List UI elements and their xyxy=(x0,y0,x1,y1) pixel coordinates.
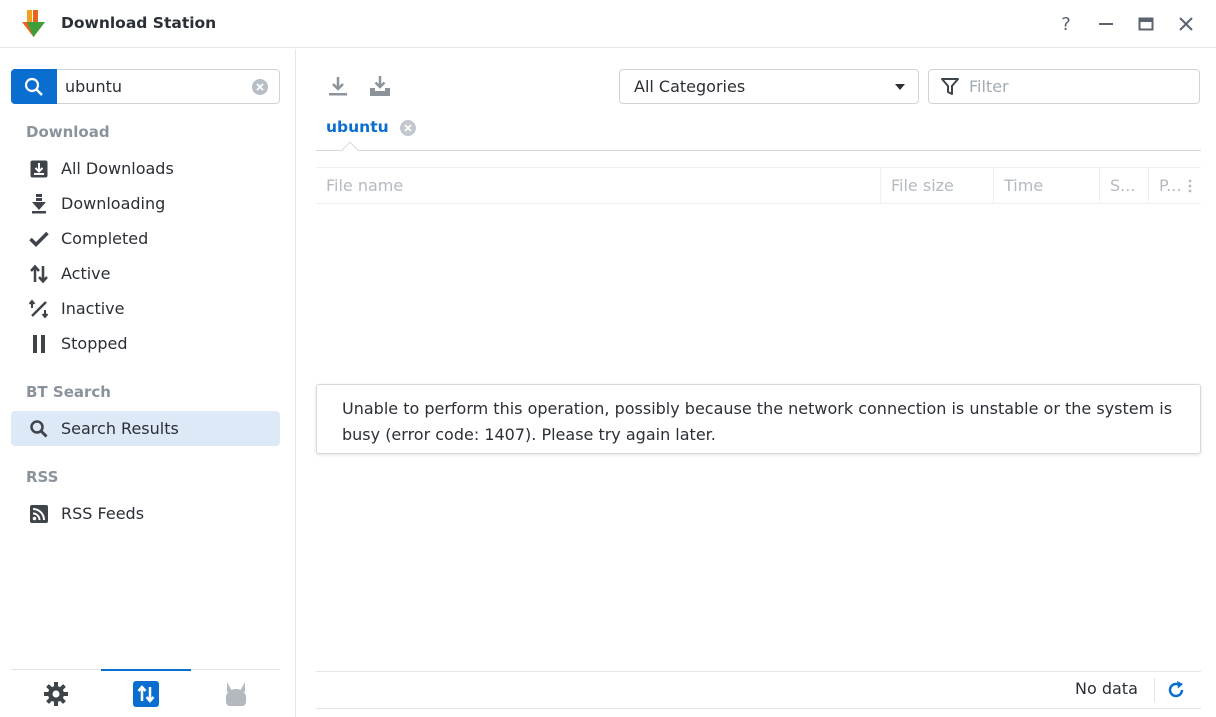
help-button[interactable]: ? xyxy=(1054,12,1078,36)
sidebar-item-search-results[interactable]: Search Results xyxy=(11,411,280,446)
sidebar-item-label: All Downloads xyxy=(61,159,174,178)
grid-header: File name File size Time S... P... xyxy=(316,167,1201,204)
window-title: Download Station xyxy=(61,14,217,32)
search-icon xyxy=(24,77,43,96)
filter-funnel-icon xyxy=(941,78,959,95)
sidebar-item-label: Search Results xyxy=(61,419,179,438)
pause-icon xyxy=(29,334,49,354)
download-button[interactable] xyxy=(325,73,351,99)
more-vertical-icon xyxy=(1188,179,1192,193)
chevron-down-icon xyxy=(895,84,905,90)
sidebar-item-label: Stopped xyxy=(61,334,128,353)
transfer-icon xyxy=(133,681,159,707)
transfer-tab[interactable] xyxy=(101,669,191,717)
sidebar-item-label: Active xyxy=(61,264,111,283)
tab-search-ubuntu[interactable]: ubuntu xyxy=(326,118,389,136)
sidebar-item-label: Inactive xyxy=(61,299,125,318)
close-icon xyxy=(1179,17,1193,31)
column-header-file-size[interactable]: File size xyxy=(881,168,994,203)
search-button[interactable] xyxy=(11,69,57,104)
column-header-status[interactable]: S... xyxy=(1100,168,1149,203)
sidebar-item-stopped[interactable]: Stopped xyxy=(11,326,280,361)
category-selected-value: All Categories xyxy=(634,77,746,96)
downloading-arrow-icon xyxy=(29,193,49,214)
sidebar-bottom-tabs xyxy=(11,669,280,717)
search-input[interactable] xyxy=(65,70,245,103)
filter-box xyxy=(928,69,1200,104)
status-text: No data xyxy=(1075,679,1138,698)
sidebar-item-active[interactable]: Active xyxy=(11,256,280,291)
footer-bottom-border xyxy=(316,708,1201,709)
search-icon xyxy=(29,419,49,439)
title-bar: Download Station ? xyxy=(0,0,1216,48)
column-header-progress[interactable]: P... xyxy=(1149,168,1181,203)
gear-icon xyxy=(44,682,68,706)
rss-icon xyxy=(29,504,49,524)
sidebar-item-downloading[interactable]: Downloading xyxy=(11,186,280,221)
up-down-arrows-icon xyxy=(29,264,49,284)
section-title-bt-search: BT Search xyxy=(26,383,111,401)
refresh-icon xyxy=(1168,681,1184,698)
percent-slash-icon xyxy=(29,298,49,319)
column-header-time[interactable]: Time xyxy=(994,168,1100,203)
clear-search-icon[interactable] xyxy=(251,78,269,96)
emule-tab[interactable] xyxy=(191,670,281,717)
sidebar-item-completed[interactable]: Completed xyxy=(11,221,280,256)
sidebar-item-all-downloads[interactable]: All Downloads xyxy=(11,151,280,186)
download-to-tray-icon xyxy=(370,76,390,96)
footer-separator xyxy=(1154,678,1155,702)
footer-divider xyxy=(316,671,1201,672)
maximize-icon xyxy=(1138,17,1154,31)
sidebar-item-inactive[interactable]: Inactive xyxy=(11,291,280,326)
sidebar-item-label: Completed xyxy=(61,229,149,248)
main-panel: All Categories ubuntu File name File siz… xyxy=(297,49,1216,717)
sidebar: Download All Downloads Downloading Compl… xyxy=(0,49,296,717)
download-box-icon xyxy=(29,159,49,179)
active-tab-indicator xyxy=(341,141,359,159)
emule-donkey-icon xyxy=(226,682,246,706)
column-menu-button[interactable] xyxy=(1180,176,1200,196)
error-message: Unable to perform this operation, possib… xyxy=(316,384,1201,454)
category-select[interactable]: All Categories xyxy=(619,69,919,104)
sidebar-item-label: RSS Feeds xyxy=(61,504,145,523)
minimize-icon xyxy=(1099,23,1113,25)
settings-tab[interactable] xyxy=(11,670,101,717)
help-icon: ? xyxy=(1061,13,1071,35)
close-button[interactable] xyxy=(1174,12,1198,36)
sidebar-item-rss-feeds[interactable]: RSS Feeds xyxy=(11,496,280,531)
download-icon xyxy=(329,77,347,96)
tab-divider xyxy=(316,150,1201,151)
column-header-file-name[interactable]: File name xyxy=(316,168,881,203)
minimize-button[interactable] xyxy=(1094,12,1118,36)
download-to-button[interactable] xyxy=(367,73,393,99)
sidebar-item-label: Downloading xyxy=(61,194,166,213)
maximize-button[interactable] xyxy=(1134,12,1158,36)
filter-input[interactable] xyxy=(969,70,1189,103)
close-tab-icon[interactable] xyxy=(399,119,417,137)
checkmark-icon xyxy=(29,229,49,249)
section-title-download: Download xyxy=(26,123,110,141)
search-box xyxy=(11,69,280,104)
refresh-button[interactable] xyxy=(1166,680,1186,700)
download-station-logo-icon xyxy=(19,10,49,38)
section-title-rss: RSS xyxy=(26,468,59,486)
